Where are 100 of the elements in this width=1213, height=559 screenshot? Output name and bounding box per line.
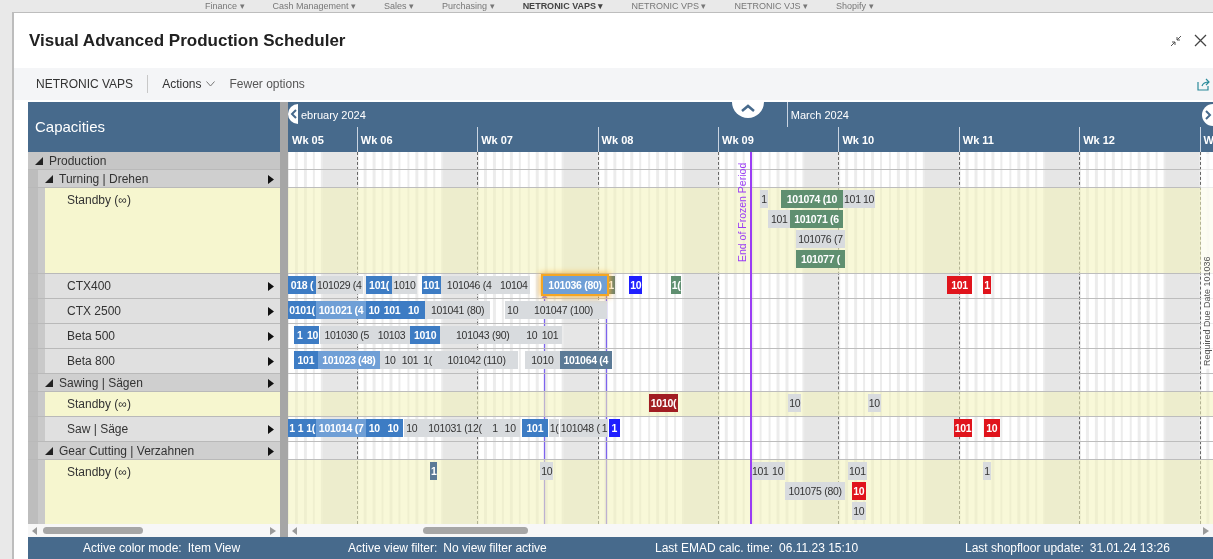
close-icon[interactable]: [1194, 34, 1207, 48]
task-bar[interactable]: 1: [296, 419, 306, 437]
task-bar[interactable]: 1010: [392, 276, 417, 294]
task-bar[interactable]: 1: [760, 190, 768, 208]
tree-row[interactable]: Beta 500: [45, 324, 280, 348]
menu-arrow-icon[interactable]: [268, 379, 274, 388]
task-bar[interactable]: 10: [788, 394, 802, 412]
nav-item[interactable]: Cash Management ▾: [272, 0, 357, 12]
task-bar[interactable]: 10: [540, 462, 554, 480]
task-bar[interactable]: 1010: [410, 326, 440, 344]
tree-row[interactable]: Beta 800: [45, 349, 280, 373]
task-bar[interactable]: 10: [525, 326, 539, 344]
task-bar[interactable]: 101042 (110): [435, 351, 519, 369]
task-bar[interactable]: 1: [293, 326, 306, 344]
task-bar[interactable]: 10: [629, 276, 643, 294]
menu-arrow-icon[interactable]: [268, 282, 274, 291]
menu-arrow-icon[interactable]: [268, 332, 274, 341]
task-bar[interactable]: 10: [852, 482, 866, 500]
task-bar[interactable]: 101064 (4: [559, 351, 612, 369]
tree-row[interactable]: Standby (∞): [45, 188, 280, 273]
task-bar[interactable]: 101031 (12(: [419, 419, 491, 437]
task-bar[interactable]: 10: [366, 419, 383, 437]
task-bar[interactable]: 10: [380, 351, 400, 369]
scroll-left-button[interactable]: [288, 104, 298, 124]
task-bar[interactable]: 1(: [670, 276, 682, 294]
task-bar[interactable]: 1: [288, 419, 296, 437]
task-bar[interactable]: 101: [382, 301, 402, 319]
menu-arrow-icon[interactable]: [268, 447, 274, 456]
nav-item[interactable]: NETRONIC VAPS ▾: [522, 0, 604, 12]
nav-item[interactable]: NETRONIC VJS ▾: [734, 0, 808, 12]
task-bar[interactable]: 101: [400, 351, 420, 369]
task-bar[interactable]: 101030 (5: [320, 326, 374, 344]
tree-row[interactable]: CTX 2500: [45, 299, 280, 323]
task-bar[interactable]: 10: [366, 301, 382, 319]
collapse-icon[interactable]: [45, 175, 53, 183]
task-bar[interactable]: 0101(: [288, 301, 316, 319]
task-bar[interactable]: 101077 (: [796, 250, 845, 268]
task-bar[interactable]: 10: [983, 419, 1000, 437]
menu-arrow-icon[interactable]: [268, 307, 274, 316]
tree-row[interactable]: CTX400: [45, 274, 280, 298]
scroll-right-button[interactable]: [1201, 104, 1213, 126]
task-bar[interactable]: 101: [847, 462, 868, 480]
scroll-left-icon[interactable]: [32, 526, 38, 535]
scrollbar-thumb[interactable]: [423, 527, 528, 534]
task-bar[interactable]: 101074 (10: [781, 190, 843, 208]
task-bar[interactable]: 101047 (100): [520, 301, 607, 319]
menu-arrow-icon[interactable]: [268, 357, 274, 366]
task-bar[interactable]: 1: [490, 419, 501, 437]
task-bar[interactable]: 101075 (80): [785, 482, 845, 500]
nav-item[interactable]: Shopify ▾: [836, 0, 874, 12]
task-bar[interactable]: 10: [382, 419, 404, 437]
task-bar[interactable]: 1(: [420, 351, 435, 369]
task-bar[interactable]: 1: [983, 276, 992, 294]
task-bar[interactable]: 1(: [548, 419, 560, 437]
scroll-right-icon[interactable]: [270, 526, 276, 535]
collapse-icon[interactable]: [45, 447, 53, 455]
tree-row[interactable]: Standby (∞): [45, 460, 280, 524]
task-bar[interactable]: 1010(: [649, 394, 678, 412]
task-bar[interactable]: 101029 (4: [316, 276, 363, 294]
actions-menu[interactable]: Actions: [162, 75, 216, 94]
task-bar[interactable]: 101: [843, 190, 862, 208]
task-bar[interactable]: 10: [862, 190, 876, 208]
fewer-options-button[interactable]: Fewer options: [229, 75, 305, 94]
task-bar[interactable]: 10: [402, 301, 425, 319]
nav-item[interactable]: Purchasing ▾: [442, 0, 495, 12]
task-bar[interactable]: 101048 (: [559, 419, 601, 437]
task-bar[interactable]: 10: [505, 301, 521, 319]
tree-row[interactable]: Turning | Drehen: [38, 170, 280, 187]
nav-item[interactable]: NETRONIC VPS ▾: [631, 0, 707, 12]
menu-arrow-icon[interactable]: [268, 425, 274, 434]
task-bar[interactable]: 101: [768, 210, 791, 228]
minimize-icon[interactable]: [1170, 34, 1182, 47]
task-bar[interactable]: 1: [429, 462, 438, 480]
task-bar[interactable]: 1(: [305, 419, 316, 437]
collapse-header-button[interactable]: [732, 102, 764, 118]
task-bar[interactable]: 1: [983, 462, 992, 480]
share-icon[interactable]: [1197, 77, 1211, 91]
task-bar[interactable]: 101: [521, 419, 549, 437]
nav-item[interactable]: Finance ▾: [205, 0, 245, 12]
task-bar[interactable]: 101: [953, 419, 973, 437]
task-bar[interactable]: 1010: [525, 351, 560, 369]
tree-row[interactable]: Saw | Säge: [45, 417, 280, 441]
task-bar[interactable]: 101076 (7: [796, 230, 845, 248]
task-bar[interactable]: 018 (: [288, 276, 316, 294]
scroll-right-icon[interactable]: [1203, 526, 1209, 535]
tree-row[interactable]: Standby (∞): [45, 392, 280, 416]
tree-row[interactable]: Sawing | Sägen: [38, 374, 280, 391]
scrollbar-thumb[interactable]: [43, 527, 143, 534]
task-bar[interactable]: 101: [422, 276, 441, 294]
task-bar[interactable]: 10103: [373, 326, 410, 344]
nav-item[interactable]: Sales ▾: [384, 0, 415, 12]
task-bar[interactable]: 101071 (6: [790, 210, 843, 228]
task-bar[interactable]: 10: [867, 394, 881, 412]
task-bar[interactable]: 101: [946, 276, 973, 294]
task-bar[interactable]: 101: [538, 326, 562, 344]
task-bar[interactable]: 10104: [497, 276, 531, 294]
task-bar[interactable]: 10: [852, 502, 866, 520]
task-bar[interactable]: 10: [500, 419, 521, 437]
task-bar[interactable]: 101(: [366, 276, 392, 294]
tree-row[interactable]: Production: [28, 152, 280, 169]
